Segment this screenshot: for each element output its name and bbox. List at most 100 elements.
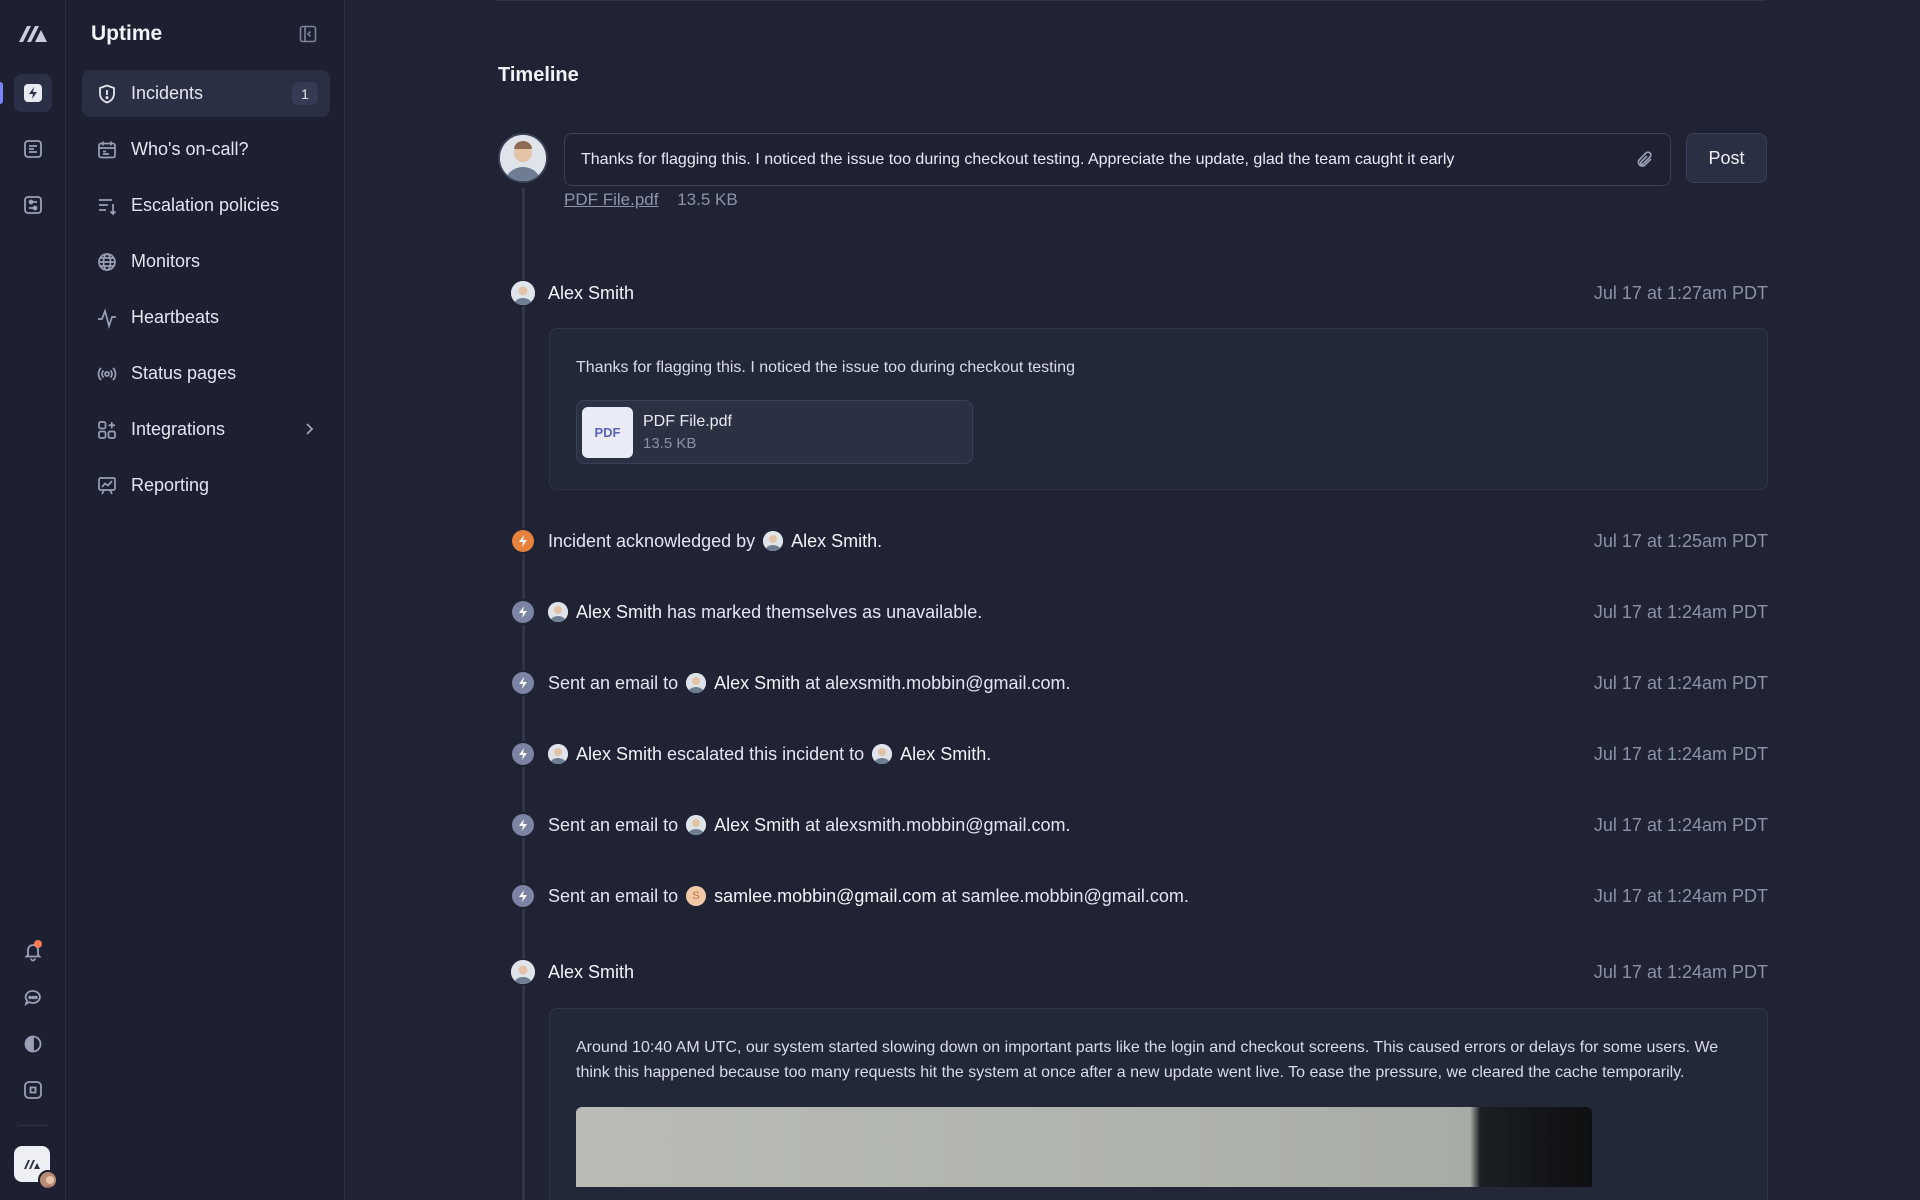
timeline-event: Alex Smith has marked themselves as unav… bbox=[548, 597, 1768, 627]
rail-theme-button[interactable] bbox=[14, 1025, 52, 1063]
timeline-title: Timeline bbox=[498, 64, 579, 86]
comment-text: Thanks for flagging this. I noticed the … bbox=[576, 359, 1075, 376]
sidebar-item-label: Reporting bbox=[131, 475, 210, 495]
rail-documents-button[interactable] bbox=[14, 130, 52, 168]
settings-sliders-icon bbox=[24, 196, 42, 214]
contrast-icon bbox=[24, 1035, 42, 1053]
comment-time: Jul 17 at 1:24am PDT bbox=[1593, 962, 1768, 982]
workspace-avatar[interactable] bbox=[14, 1146, 58, 1190]
sidebar-nav: Incidents 1 Who's on-call? Escalation po… bbox=[82, 70, 330, 518]
comment-author[interactable]: Alex Smith bbox=[548, 283, 634, 304]
sidebar-item-on-call[interactable]: Who's on-call? bbox=[82, 126, 330, 173]
event-user[interactable]: Alex Smith bbox=[714, 815, 800, 836]
lightning-icon bbox=[512, 530, 534, 552]
file-attachment-card[interactable]: PDF PDF File.pdf 13.5 KB bbox=[576, 400, 973, 464]
list-arrow-icon bbox=[95, 194, 119, 218]
inline-avatar bbox=[872, 744, 893, 764]
pdf-file-icon: PDF bbox=[582, 406, 633, 458]
sidebar-item-label: Status pages bbox=[131, 363, 237, 383]
logo-icon[interactable] bbox=[17, 20, 49, 46]
calendar-icon bbox=[95, 138, 119, 162]
comment-author[interactable]: Alex Smith bbox=[548, 962, 634, 983]
comment-card: Thanks for flagging this. I noticed the … bbox=[549, 328, 1768, 490]
sidebar-item-label: Heartbeats bbox=[131, 307, 220, 327]
timeline-event: Incident acknowledged by Alex Smith . Ju… bbox=[548, 526, 1768, 556]
top-divider bbox=[496, 0, 1766, 1]
sidebar-item-incidents[interactable]: Incidents 1 bbox=[82, 70, 330, 117]
timeline-event: Alex Smith escalated this incident to Al… bbox=[548, 739, 1768, 769]
lightning-icon bbox=[512, 672, 534, 694]
event-text-end: . bbox=[877, 530, 883, 551]
composer-avatar bbox=[498, 133, 548, 183]
event-user[interactable]: samlee.mobbin@gmail.com bbox=[714, 886, 936, 907]
incidents-icon bbox=[24, 84, 42, 102]
event-text-end: at samlee.mobbin@gmail.com. bbox=[941, 885, 1189, 906]
chevron-right-icon[interactable] bbox=[302, 421, 316, 437]
rail-chat-button[interactable] bbox=[14, 979, 52, 1017]
document-icon bbox=[24, 140, 42, 158]
lightning-icon bbox=[512, 814, 534, 836]
event-text: has marked themselves as unavailable. bbox=[667, 601, 983, 622]
timeline-node-event bbox=[510, 812, 536, 838]
shield-alert-icon bbox=[95, 82, 119, 106]
event-time: Jul 17 at 1:24am PDT bbox=[1593, 673, 1768, 693]
event-user[interactable]: Alex Smith bbox=[576, 602, 662, 623]
timeline-event: Sent an email to Alex Smith at alexsmith… bbox=[548, 810, 1768, 840]
paperclip-icon[interactable] bbox=[1634, 149, 1656, 171]
sidebar-item-label: Incidents bbox=[131, 83, 204, 103]
comment-image[interactable] bbox=[576, 1107, 1592, 1187]
lightning-icon bbox=[512, 885, 534, 907]
event-text: escalated this incident to bbox=[667, 743, 865, 764]
main-content: Timeline Thanks for flagging this. I not… bbox=[346, 0, 1920, 1200]
event-time: Jul 17 at 1:25am PDT bbox=[1593, 531, 1768, 551]
event-user[interactable]: Alex Smith bbox=[576, 744, 662, 765]
rail-active-indicator bbox=[0, 82, 3, 104]
timeline-node-avatar bbox=[510, 280, 536, 306]
rail-notifications-button[interactable] bbox=[14, 932, 52, 970]
inline-avatar bbox=[548, 744, 568, 764]
comment-header: Alex Smith Jul 17 at 1:27am PDT bbox=[548, 278, 1768, 308]
comment-input[interactable]: Thanks for flagging this. I noticed the … bbox=[564, 133, 1671, 186]
inline-avatar bbox=[548, 602, 568, 622]
inline-avatar-letter: S bbox=[686, 886, 707, 906]
event-user[interactable]: Alex Smith bbox=[791, 531, 877, 552]
timeline-node-acknowledged bbox=[510, 528, 536, 554]
user-avatar[interactable] bbox=[38, 1170, 58, 1190]
attachment-link[interactable]: PDF File.pdf bbox=[564, 190, 658, 209]
post-button[interactable]: Post bbox=[1686, 133, 1767, 183]
workspace-logo-icon bbox=[24, 1160, 40, 1169]
chat-icon bbox=[24, 990, 41, 1007]
chart-board-icon bbox=[95, 474, 119, 498]
timeline-event: Sent an email to S samlee.mobbin@gmail.c… bbox=[548, 881, 1768, 911]
sidebar-item-integrations[interactable]: Integrations bbox=[82, 406, 330, 453]
event-user[interactable]: Alex Smith bbox=[714, 673, 800, 694]
inline-avatar bbox=[763, 531, 784, 551]
event-text: Sent an email to bbox=[548, 885, 679, 906]
sidebar-item-monitors[interactable]: Monitors bbox=[82, 238, 330, 285]
event-text-end: at alexsmith.mobbin@gmail.com. bbox=[805, 672, 1071, 693]
globe-icon bbox=[95, 250, 119, 274]
grid-plus-icon bbox=[95, 418, 119, 442]
sidebar-item-reporting[interactable]: Reporting bbox=[82, 462, 330, 509]
sidebar-item-heartbeats[interactable]: Heartbeats bbox=[82, 294, 330, 341]
collapse-sidebar-icon[interactable] bbox=[298, 24, 318, 44]
incidents-count-badge: 1 bbox=[292, 82, 318, 105]
event-user-target[interactable]: Alex Smith bbox=[900, 744, 986, 765]
lightning-icon bbox=[512, 601, 534, 623]
sidebar-item-status-pages[interactable]: Status pages bbox=[82, 350, 330, 397]
event-text: Incident acknowledged by bbox=[548, 530, 756, 551]
app-title: Uptime bbox=[91, 22, 163, 45]
sidebar-item-escalation-policies[interactable]: Escalation policies bbox=[82, 182, 330, 229]
rail-settings-button[interactable] bbox=[14, 186, 52, 224]
event-text-end: . bbox=[986, 743, 992, 764]
file-size: 13.5 KB bbox=[643, 434, 697, 452]
timeline-node-event bbox=[510, 883, 536, 909]
comment-input-value: Thanks for flagging this. I noticed the … bbox=[581, 150, 1455, 168]
rail-incidents-button[interactable] bbox=[14, 74, 52, 112]
comment-text: Around 10:40 AM UTC, our system started … bbox=[576, 1039, 1719, 1081]
event-time: Jul 17 at 1:24am PDT bbox=[1593, 744, 1768, 764]
rail-command-button[interactable] bbox=[14, 1071, 52, 1109]
attachment-size: 13.5 KB bbox=[677, 190, 738, 209]
app-rail bbox=[0, 0, 66, 1200]
inline-avatar bbox=[686, 673, 707, 693]
